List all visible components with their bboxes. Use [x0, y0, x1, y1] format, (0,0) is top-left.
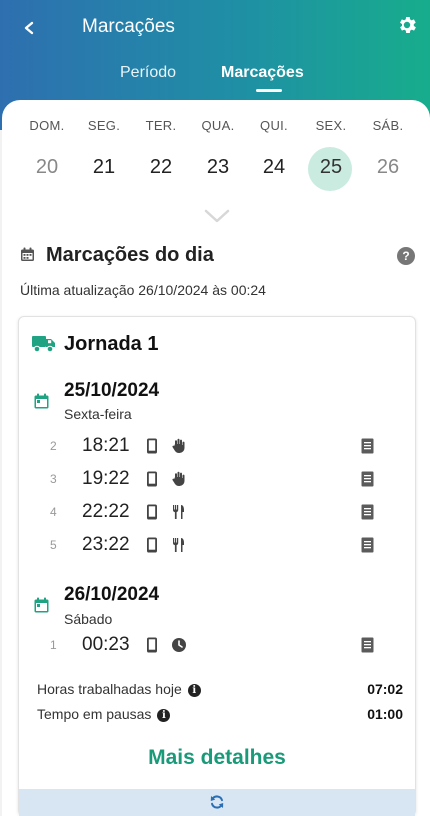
- day-tuesday[interactable]: TER. 22: [136, 118, 186, 178]
- phone-icon: [147, 537, 157, 553]
- more-details-button[interactable]: Mais detalhes: [19, 746, 415, 770]
- stat-label: Horas trabalhadas hoje: [37, 681, 182, 697]
- weekday-label: Sábado: [64, 611, 113, 627]
- hand-icon: [172, 438, 185, 453]
- row-time: 22:22: [82, 501, 130, 522]
- document-icon[interactable]: [361, 637, 374, 653]
- back-button[interactable]: [22, 14, 46, 42]
- last-update-text: Última atualização 26/10/2024 às 00:24: [20, 282, 266, 298]
- hand-icon: [172, 471, 185, 486]
- day-number: 20: [35, 156, 59, 178]
- document-icon[interactable]: [361, 537, 374, 553]
- refresh-bar[interactable]: [19, 789, 415, 816]
- day-saturday[interactable]: SÁB. 26: [363, 118, 413, 178]
- day-thursday[interactable]: QUI. 24: [249, 118, 299, 178]
- section-title: Marcações do dia: [46, 244, 214, 266]
- phone-icon: [147, 438, 157, 454]
- day-wednesday[interactable]: QUA. 23: [193, 118, 243, 178]
- day-number: 24: [262, 156, 286, 178]
- page-title: Marcações: [82, 16, 175, 37]
- info-icon[interactable]: i: [157, 709, 171, 722]
- utensils-icon: [173, 538, 184, 552]
- phone-icon: [147, 504, 157, 520]
- stat-break-time: Tempo em pausas i: [37, 706, 171, 722]
- phone-icon: [147, 637, 157, 653]
- day-monday[interactable]: SEG. 21: [79, 118, 129, 178]
- tab-marcacoes[interactable]: Marcações: [221, 64, 304, 82]
- day-name: SEG.: [87, 118, 121, 133]
- day-name: QUI.: [260, 118, 288, 133]
- utensils-icon: [173, 505, 184, 519]
- day-number: 22: [149, 156, 173, 178]
- chevron-left-icon: [24, 21, 34, 35]
- day-friday-selected[interactable]: SEX. 25: [306, 118, 356, 191]
- info-icon[interactable]: i: [187, 684, 201, 697]
- row-index: 5: [50, 538, 57, 552]
- calendar-icon: [21, 247, 34, 261]
- row-time: 19:22: [82, 468, 130, 489]
- day-name: QUA.: [201, 118, 235, 133]
- stat-label: Tempo em pausas: [37, 706, 152, 722]
- day-number: 26: [376, 156, 400, 178]
- marcacao-row[interactable]: 2 18:21: [46, 435, 380, 459]
- row-index: 4: [50, 505, 57, 519]
- day-name: SÁB.: [372, 118, 404, 133]
- row-time: 00:23: [82, 634, 130, 655]
- question-icon[interactable]: ?: [397, 247, 415, 265]
- day-number: 21: [92, 156, 116, 178]
- marcacao-row[interactable]: 3 19:22: [46, 468, 380, 492]
- row-index: 3: [50, 472, 57, 486]
- calendar-icon: [34, 597, 49, 613]
- day-number: 23: [206, 156, 230, 178]
- day-name: DOM.: [29, 118, 65, 133]
- row-time: 23:22: [82, 534, 130, 555]
- refresh-icon: [210, 795, 224, 809]
- active-tab-indicator: [256, 89, 282, 92]
- date-title: 26/10/2024: [64, 584, 160, 605]
- calendar-icon: [34, 393, 49, 409]
- day-number: 25: [319, 156, 343, 178]
- day-name: TER.: [145, 118, 177, 133]
- marcacao-row[interactable]: 4 22:22: [46, 501, 380, 525]
- row-index: 2: [50, 439, 57, 453]
- document-icon[interactable]: [361, 471, 374, 487]
- clock-icon: [172, 638, 186, 652]
- phone-icon: [147, 471, 157, 487]
- marcacao-row[interactable]: 5 23:22: [46, 534, 380, 558]
- stat-value: 01:00: [367, 706, 403, 722]
- gear-icon: [400, 17, 416, 33]
- stat-hours-worked: Horas trabalhadas hoje i: [37, 681, 201, 697]
- row-index: 1: [50, 638, 57, 652]
- document-icon[interactable]: [361, 438, 374, 454]
- expand-calendar-button[interactable]: [203, 208, 231, 224]
- day-sunday[interactable]: DOM. 20: [22, 118, 72, 178]
- settings-button[interactable]: [396, 14, 418, 36]
- tab-periodo[interactable]: Período: [120, 64, 176, 82]
- date-title: 25/10/2024: [64, 380, 160, 401]
- weekday-label: Sexta-feira: [64, 406, 132, 422]
- marcacao-row[interactable]: 1 00:23: [46, 634, 380, 658]
- chevron-down-icon: [204, 209, 230, 223]
- day-name: SEX.: [315, 118, 347, 133]
- truck-icon: [32, 336, 55, 353]
- jornada-title: Jornada 1: [64, 333, 159, 355]
- row-time: 18:21: [82, 435, 130, 456]
- stat-value: 07:02: [367, 681, 403, 697]
- document-icon[interactable]: [361, 504, 374, 520]
